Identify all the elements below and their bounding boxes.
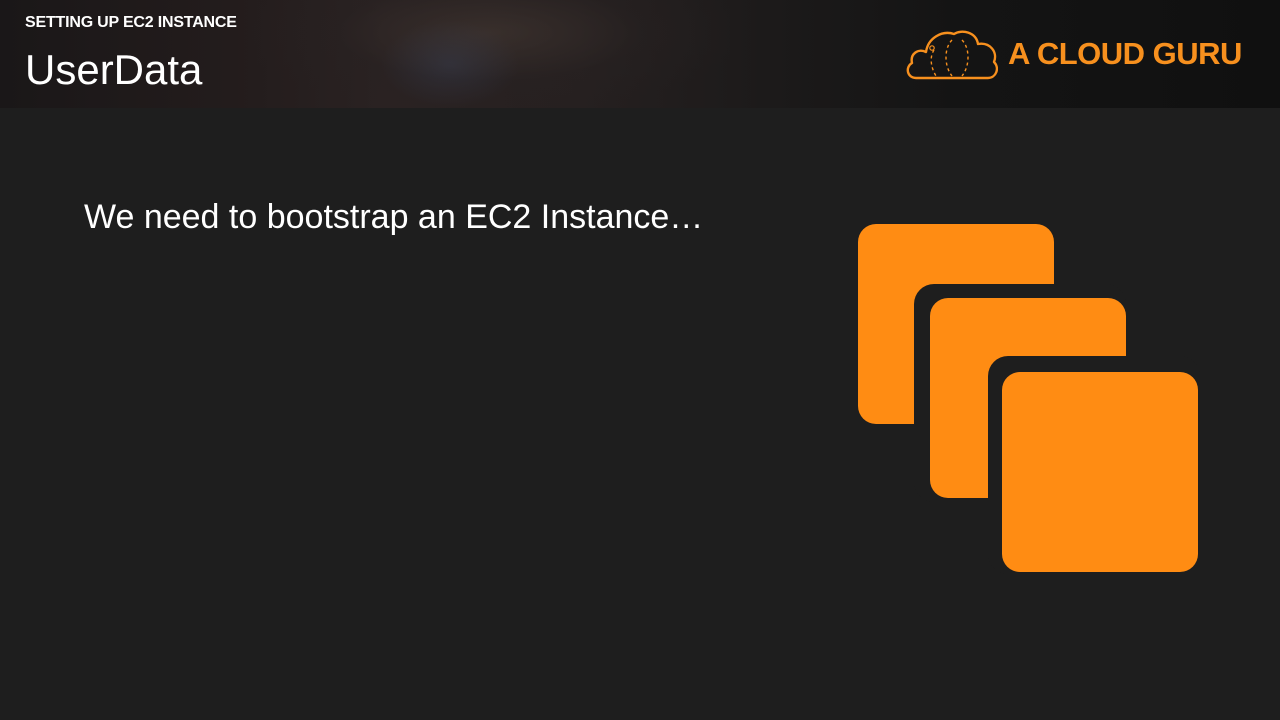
cloud-icon: [906, 30, 998, 80]
brand-name: A CLOUD GURU: [1008, 36, 1242, 71]
instance-square-front: [1002, 372, 1198, 572]
brand-logo: A CLOUD GURU: [904, 26, 1244, 82]
slide-title: UserData: [25, 46, 203, 93]
header-background-photo-detail: [380, 20, 520, 108]
section-label: SETTING UP EC2 INSTANCE: [25, 14, 237, 31]
slide-body-text: We need to bootstrap an EC2 Instance…: [84, 198, 704, 236]
header-bar: SETTING UP EC2 INSTANCE UserData A CLOUD…: [0, 0, 1280, 108]
ec2-instances-icon: [858, 224, 1200, 574]
slide: SETTING UP EC2 INSTANCE UserData A CLOUD…: [0, 0, 1280, 720]
